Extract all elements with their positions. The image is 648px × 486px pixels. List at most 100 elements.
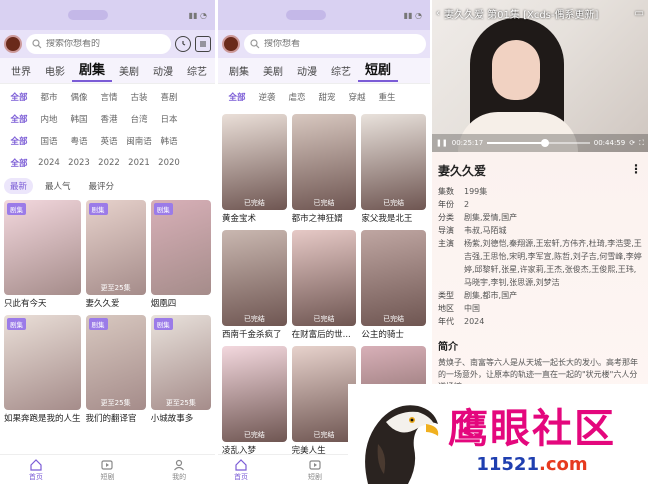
- series-title: 妻久久爱: [85, 299, 120, 309]
- filter-row: 全部 内地 韩国 香港 台湾 日本: [4, 108, 211, 130]
- filter-chip[interactable]: 2022: [94, 158, 124, 168]
- nav-mine-label: 我的: [172, 473, 187, 481]
- short-card[interactable]: 已完结 家父我是北王: [361, 114, 426, 224]
- rotate-icon[interactable]: ⟳: [629, 139, 635, 147]
- sort-latest[interactable]: 最新: [4, 178, 34, 194]
- filter-icon[interactable]: [195, 36, 211, 52]
- nav-shorts[interactable]: 短剧: [308, 459, 322, 482]
- filter-chip[interactable]: 2024: [34, 158, 64, 168]
- filter-chip[interactable]: 全部: [4, 113, 34, 125]
- sort-popular[interactable]: 最人气: [39, 178, 77, 194]
- info-row: 年份 2: [438, 198, 642, 211]
- tab-variety[interactable]: 综艺: [180, 63, 214, 78]
- filter-chip[interactable]: 2023: [64, 158, 94, 168]
- tab-variety[interactable]: 综艺: [324, 63, 358, 78]
- poster-image: 剧集: [150, 200, 211, 295]
- filter-chip[interactable]: 偶像: [64, 91, 94, 103]
- search-input[interactable]: [264, 39, 420, 49]
- pause-icon[interactable]: ❚❚: [436, 139, 448, 147]
- series-card[interactable]: 剧集 更至25集 我们的翻译官: [85, 315, 146, 424]
- user-icon: [174, 459, 185, 471]
- filter-chip[interactable]: 重生: [372, 91, 402, 103]
- nav-shorts[interactable]: 短剧: [100, 459, 114, 482]
- app-logo-icon: [222, 35, 240, 53]
- filter-chip[interactable]: 言情: [94, 91, 124, 103]
- poster-image: 已完结: [291, 346, 357, 442]
- filter-chip[interactable]: 粤语: [64, 135, 94, 147]
- filter-chip[interactable]: 台湾: [124, 113, 154, 125]
- filter-chip[interactable]: 2021: [124, 158, 154, 168]
- info-row: 主演 杨紫,刘德恺,秦翔源,王宏轩,方伟齐,杜琦,李浩雯,王吉强,王思怡,宋明,李…: [438, 237, 642, 289]
- nav-mine[interactable]: 我的: [172, 459, 186, 482]
- category-badge: 剧集: [153, 203, 173, 215]
- short-card[interactable]: 已完结 公主的骑士: [361, 230, 426, 340]
- filter-chip[interactable]: 虐恋: [282, 91, 312, 103]
- progress-bar[interactable]: [487, 139, 590, 147]
- info-label: 主演: [438, 239, 454, 248]
- filter-chip[interactable]: 全部: [4, 91, 34, 103]
- filter-chip[interactable]: 闽南语: [124, 135, 154, 147]
- home-icon: [235, 459, 247, 471]
- tab-anime[interactable]: 动漫: [290, 63, 324, 78]
- filter-chip[interactable]: 都市: [34, 91, 64, 103]
- filter-chip[interactable]: 日本: [154, 113, 184, 125]
- filter-chip[interactable]: 国语: [34, 135, 64, 147]
- tab-anime[interactable]: 动漫: [146, 63, 180, 78]
- info-value: 韦叔,马陌城: [464, 226, 507, 235]
- short-card[interactable]: 已完结 凌乱入梦: [222, 346, 287, 456]
- tab-world[interactable]: 世界: [4, 63, 38, 78]
- short-card[interactable]: 已完结 在财富后的世...: [291, 230, 357, 340]
- series-card[interactable]: 剧集 只此有今天: [4, 200, 81, 309]
- filter-chip[interactable]: 香港: [94, 113, 124, 125]
- info-value: 199集: [464, 187, 488, 196]
- search-box[interactable]: [26, 34, 171, 54]
- app-logo-icon: [4, 35, 22, 53]
- info-row: 地区 中国: [438, 302, 642, 315]
- back-icon[interactable]: ‹: [436, 8, 440, 19]
- series-card[interactable]: 剧集 更至25集 妻久久爱: [85, 200, 146, 309]
- filter-chip[interactable]: 全部: [4, 135, 34, 147]
- tab-movie[interactable]: 电影: [38, 63, 72, 78]
- filter-chip[interactable]: 英语: [94, 135, 124, 147]
- filter-chip[interactable]: 甜宠: [312, 91, 342, 103]
- filter-chip[interactable]: 2020: [154, 158, 184, 168]
- series-card[interactable]: 剧集 烟凰四: [150, 200, 211, 309]
- short-card[interactable]: 已完结 黄金宝术: [222, 114, 287, 224]
- filter-chip[interactable]: 喜剧: [154, 91, 184, 103]
- nav-home[interactable]: 首页: [29, 459, 43, 482]
- series-card[interactable]: 剧集 更至25集 小城故事多: [150, 315, 211, 424]
- episode-status: 已完结: [313, 199, 335, 207]
- history-icon[interactable]: [175, 36, 191, 52]
- series-card[interactable]: 剧集 如果奔跑是我的人生: [4, 315, 81, 424]
- watermark-url-domain: .com: [538, 453, 588, 475]
- play-icon: [309, 460, 321, 470]
- info-list: 集数 199集 年份 2 分类 剧集,爱情,国产 导演 韦叔,马陌城 主演 杨紫,刘德恺,秦翔源,…: [438, 185, 642, 328]
- series-grid: 剧集 只此有今天 剧集 更至25集 妻久久爱 剧集 烟凰四 剧集 如果奔跑是我的人生 剧集 更至25…: [0, 196, 215, 428]
- episode-status: 更至25集: [100, 399, 131, 407]
- sort-rating[interactable]: 最评分: [83, 178, 121, 194]
- progress-knob[interactable]: [540, 139, 549, 147]
- filter-chip[interactable]: 韩国: [64, 113, 94, 125]
- filter-chip[interactable]: 古装: [124, 91, 154, 103]
- filter-chip[interactable]: 韩语: [154, 135, 184, 147]
- nav-home[interactable]: 首页: [234, 459, 248, 482]
- tab-us-drama[interactable]: 美剧: [112, 63, 146, 78]
- short-card[interactable]: 已完结 都市之神狂婿: [291, 114, 357, 224]
- more-icon[interactable]: ⋮: [630, 162, 642, 179]
- search-input[interactable]: [46, 39, 165, 49]
- fullscreen-icon[interactable]: ⛶: [639, 139, 644, 148]
- filter-chip[interactable]: 逆袭: [252, 91, 282, 103]
- filter-chip[interactable]: 穿越: [342, 91, 372, 103]
- search-box[interactable]: [244, 34, 426, 54]
- tab-series[interactable]: 剧集: [222, 63, 256, 78]
- short-card[interactable]: 已完结 西南千金杀疯了: [222, 230, 287, 340]
- filter-chip[interactable]: 内地: [34, 113, 64, 125]
- tab-shorts[interactable]: 短剧: [358, 59, 399, 82]
- tab-us-drama[interactable]: 美剧: [256, 63, 290, 78]
- short-card[interactable]: 已完结 完美人生: [291, 346, 357, 456]
- tab-series[interactable]: 剧集: [72, 59, 113, 82]
- video-player[interactable]: ‹ 妻久久爱 第01集 [Xcds-偶系更新] ▭ ❚❚ 00:25:17 00…: [432, 0, 648, 152]
- filter-chip[interactable]: 全部: [4, 157, 34, 169]
- cast-icon[interactable]: ▭: [635, 8, 644, 19]
- filter-chip[interactable]: 全部: [222, 91, 252, 103]
